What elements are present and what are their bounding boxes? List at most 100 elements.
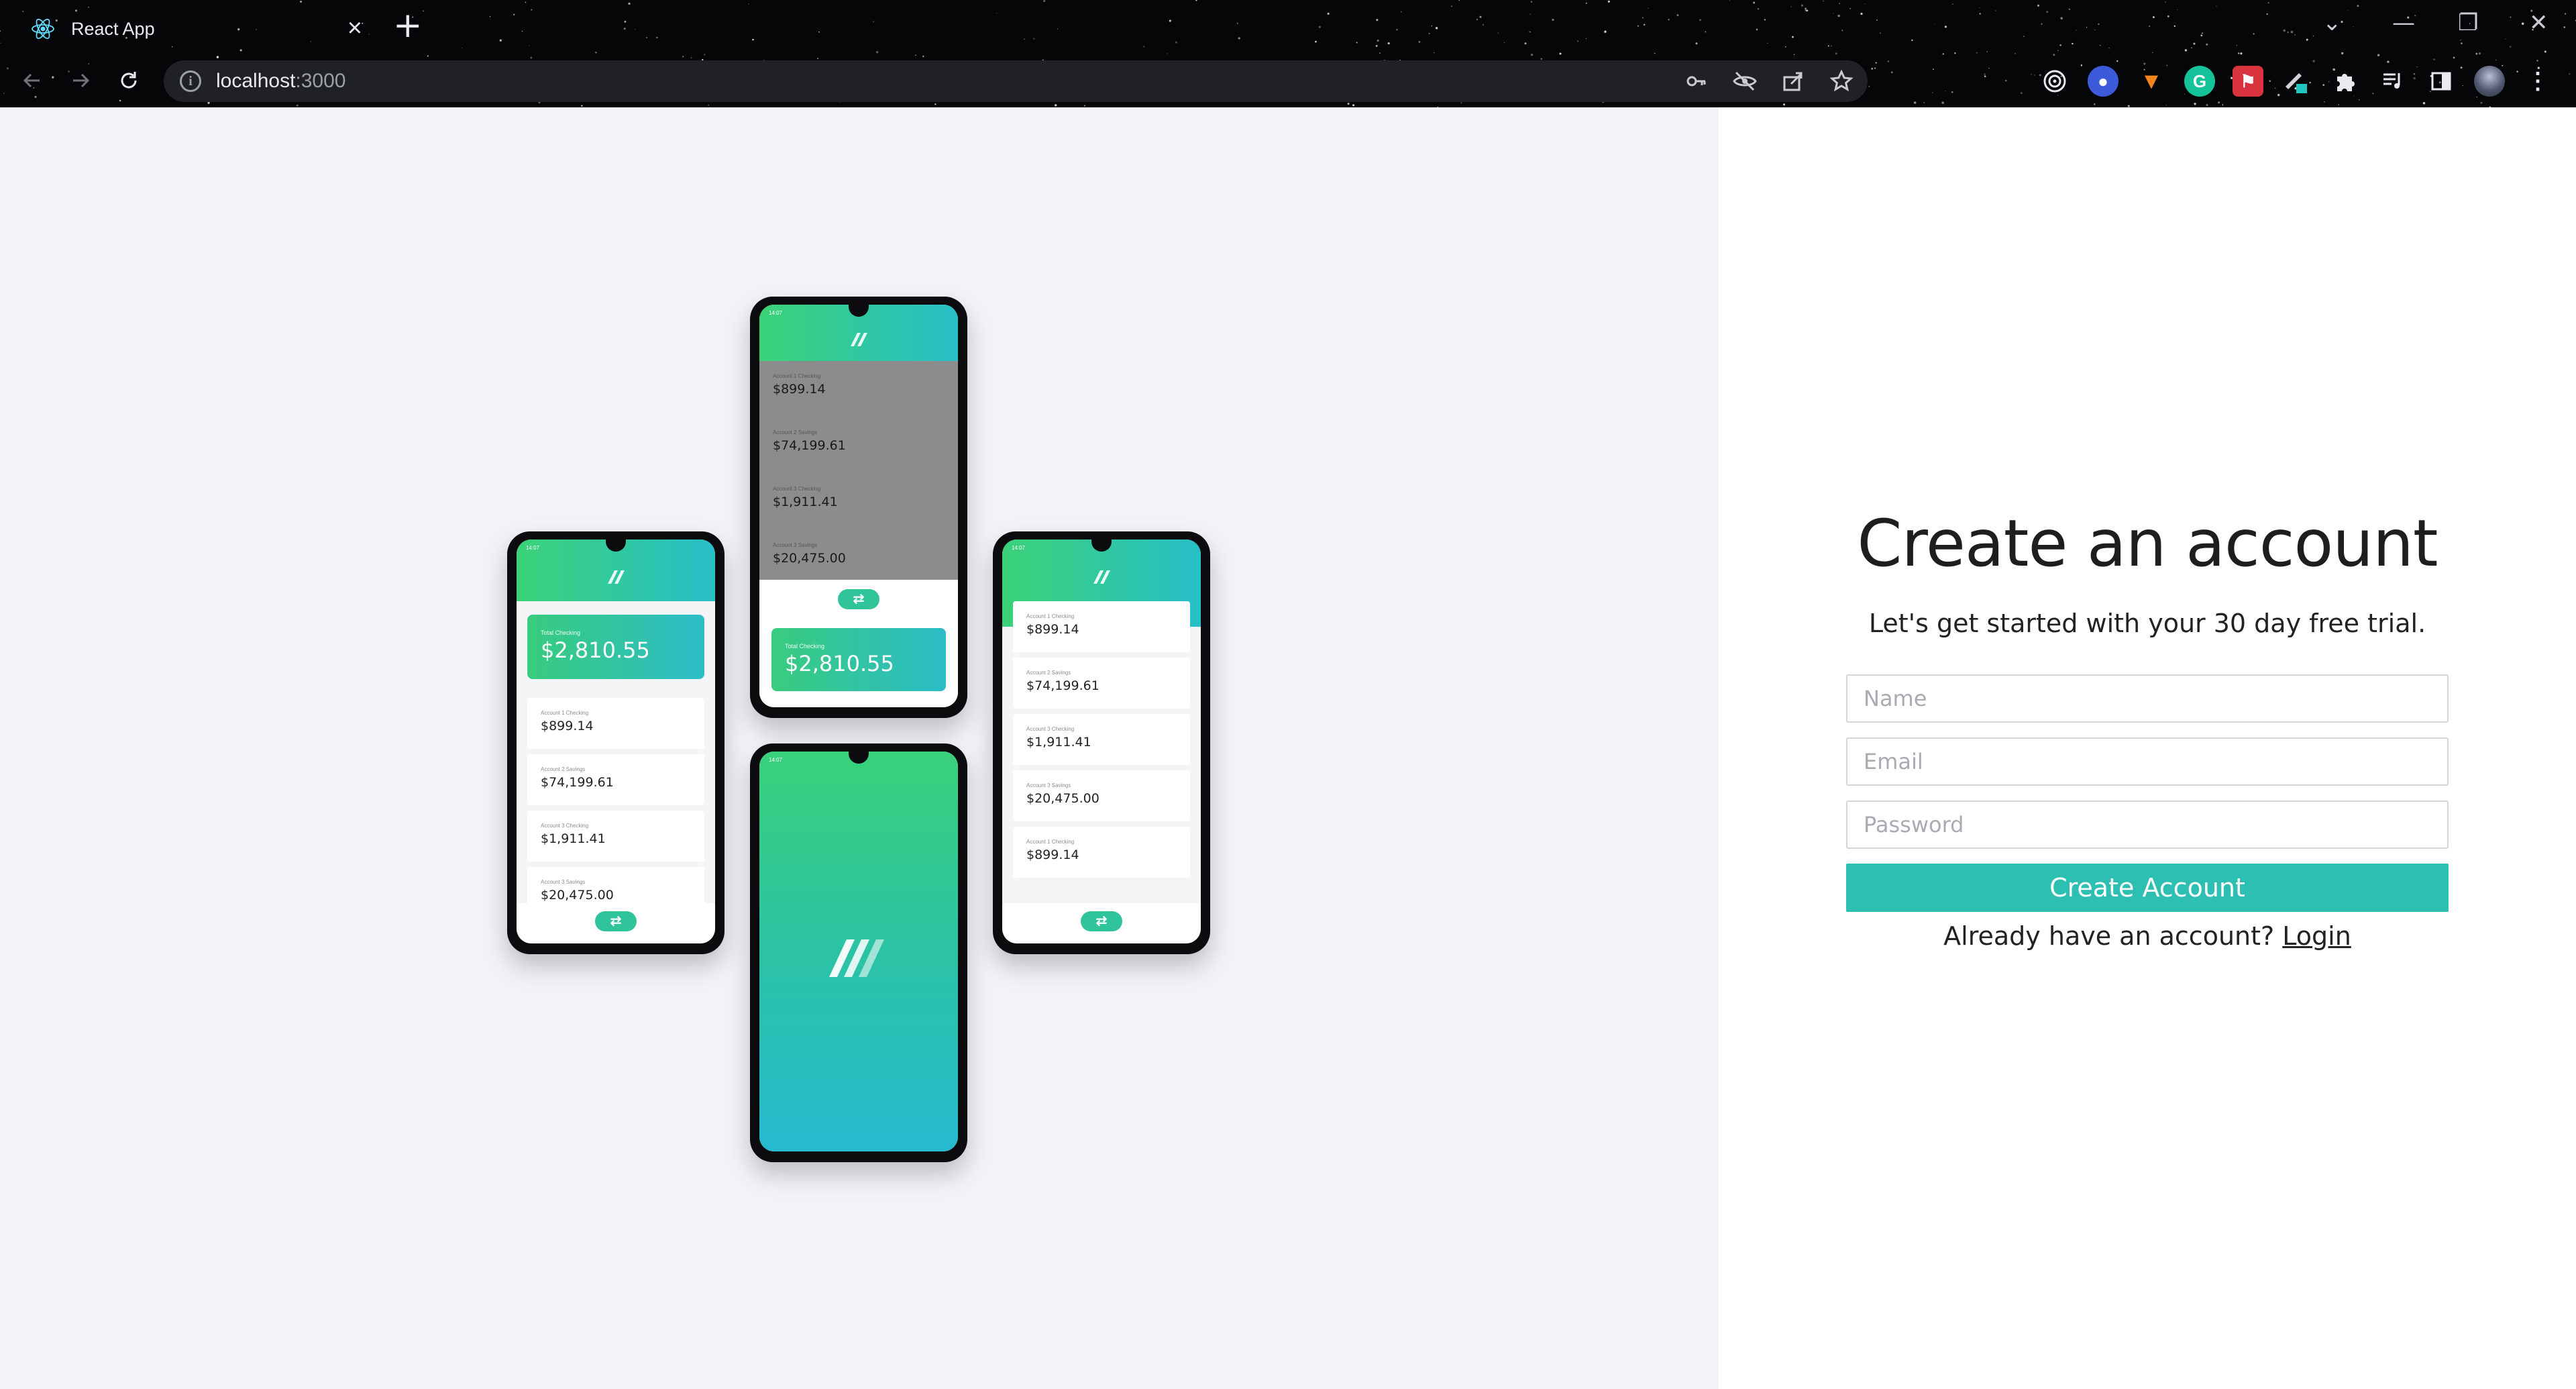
account-card: Account 3 Checking $1,911.41 — [759, 474, 958, 530]
profile-avatar[interactable] — [2474, 66, 2505, 97]
app-logo-icon — [608, 570, 625, 584]
tab-title: React App — [71, 18, 155, 39]
create-account-button[interactable]: Create Account — [1846, 864, 2449, 912]
account-amount: $20,475.00 — [1026, 791, 1099, 806]
puzzle-extensions-icon[interactable] — [2329, 66, 2360, 97]
page-subtitle: Let's get started with your 30 day free … — [1868, 609, 2426, 638]
account-card: Account 3 Checking $1,911.41 — [527, 811, 704, 862]
total-label: Total Checking — [785, 643, 825, 650]
address-bar[interactable]: i localhost:3000 — [164, 60, 1868, 102]
site-info-icon[interactable]: i — [180, 70, 201, 92]
address-bar-actions — [1681, 60, 1857, 102]
email-field[interactable] — [1846, 737, 2449, 786]
account-label: Account 3 Savings — [1026, 782, 1071, 788]
star — [2237, 52, 2240, 54]
star — [1954, 52, 1956, 54]
star — [2341, 52, 2344, 55]
star — [2478, 52, 2481, 55]
account-amount: $20,475.00 — [541, 888, 614, 903]
phone-mockup-left: 14:07 Total Checking $2,810.55 Account 1… — [507, 531, 724, 954]
reload-icon[interactable] — [110, 62, 148, 99]
back-icon[interactable] — [13, 62, 51, 99]
signup-form: Create an account Let's get started with… — [1846, 507, 2449, 951]
account-card: Account 1 Checking $899.14 — [1013, 827, 1190, 878]
pen-extension-icon[interactable] — [2281, 66, 2312, 97]
account-label: Account 1 Checking — [773, 373, 821, 379]
phone-mockup-top: 14:07 Account 1 Checking $899.14 Account… — [750, 297, 967, 718]
transfer-button-icon: ⇄ — [838, 589, 879, 609]
account-amount: $20,475.00 — [773, 551, 846, 566]
name-field[interactable] — [1846, 674, 2449, 723]
account-card: Account 2 Savings $74,199.61 — [759, 417, 958, 474]
total-amount: $2,810.55 — [541, 637, 650, 663]
account-label: Account 3 Savings — [773, 542, 818, 548]
phone-screen: 14:07 Account 1 Checking $899.14 Account… — [1002, 539, 1201, 943]
share-icon[interactable] — [1778, 66, 1809, 97]
tab-search-icon[interactable]: ⌄ — [2322, 9, 2342, 36]
menu-more-icon[interactable]: ⋮ — [2522, 66, 2553, 97]
app-logo-icon — [829, 939, 884, 977]
login-prompt-line: Already have an account? Login — [1846, 921, 2449, 951]
account-label: Account 2 Savings — [1026, 670, 1071, 676]
account-label: Account 1 Checking — [1026, 613, 1075, 619]
page-title: Create an account — [1857, 506, 2438, 581]
browser-toolbar: i localhost:3000 ● ▼ G ⚑ ⋮ — [0, 55, 2576, 107]
url-host: localhost — [216, 70, 296, 92]
account-label: Account 3 Checking — [773, 486, 821, 492]
star — [1835, 52, 1837, 55]
media-control-icon[interactable] — [2377, 66, 2408, 97]
account-amount: $74,199.61 — [541, 775, 614, 790]
phone-mockup-splash: 14:07 — [750, 743, 967, 1162]
account-card: Account 1 Checking $899.14 — [1013, 601, 1190, 652]
transfer-button-icon: ⇄ — [595, 911, 637, 931]
illustration-panel: 14:07 Total Checking $2,810.55 Account 1… — [0, 107, 1719, 1389]
eye-off-icon[interactable] — [1729, 66, 1760, 97]
star — [1379, 52, 1381, 54]
account-card: Account 3 Checking $1,911.41 — [1013, 714, 1190, 765]
account-label: Account 1 Checking — [541, 710, 589, 716]
phone-footer: ⇄ — [517, 903, 715, 943]
forward-icon[interactable] — [62, 62, 99, 99]
key-icon[interactable] — [1681, 66, 1712, 97]
minimize-icon[interactable]: — — [2392, 9, 2415, 36]
star — [2240, 52, 2243, 55]
side-panel-icon[interactable] — [2426, 66, 2457, 97]
browser-tab[interactable]: React App × — [13, 5, 376, 52]
vpn-extension-icon[interactable]: ● — [2088, 66, 2118, 97]
phone-screen: 14:07 Account 1 Checking $899.14 Account… — [759, 305, 958, 707]
restore-icon[interactable]: ❐ — [2458, 9, 2478, 36]
login-link[interactable]: Login — [2282, 921, 2351, 951]
signup-panel: Create an account Let's get started with… — [1719, 107, 2576, 1389]
account-amount: $1,911.41 — [1026, 735, 1091, 750]
phone-screen: 14:07 Total Checking $2,810.55 Account 1… — [517, 539, 715, 943]
account-card: Account 3 Savings $20,475.00 — [1013, 770, 1190, 821]
login-prompt: Already have an account? — [1943, 921, 2275, 951]
account-card: Account 2 Savings $74,199.61 — [1013, 658, 1190, 709]
url-port: :3000 — [295, 70, 346, 92]
phone-mockup-right: 14:07 Account 1 Checking $899.14 Account… — [993, 531, 1210, 954]
target-extension-icon[interactable] — [2039, 66, 2070, 97]
close-tab-icon[interactable]: × — [347, 15, 362, 42]
new-tab-icon[interactable]: + — [393, 8, 423, 43]
account-card: Account 3 Savings $20,475.00 — [759, 530, 958, 580]
account-label: Account 3 Checking — [541, 823, 589, 829]
account-amount: $899.14 — [1026, 622, 1079, 637]
grammarly-icon[interactable]: G — [2184, 66, 2215, 97]
bookmark-star-icon[interactable] — [1826, 66, 1857, 97]
transfer-button-icon: ⇄ — [1081, 911, 1122, 931]
account-amount: $1,911.41 — [541, 831, 606, 846]
app-logo-icon — [1093, 570, 1110, 584]
account-amount: $899.14 — [773, 382, 826, 397]
close-window-icon[interactable]: ✕ — [2529, 9, 2548, 36]
password-field[interactable] — [1846, 801, 2449, 849]
metamask-fox-icon[interactable]: ▼ — [2136, 66, 2167, 97]
star — [1654, 52, 1656, 54]
status-bar: 14:07 — [1012, 545, 1026, 551]
account-amount: $1,911.41 — [773, 495, 838, 509]
account-label: Account 2 Savings — [773, 429, 818, 435]
total-label: Total Checking — [541, 629, 581, 636]
tab-strip: React App × + ⌄ — ❐ ✕ — [0, 0, 2576, 52]
red-extension-icon[interactable]: ⚑ — [2233, 66, 2263, 97]
account-label: Account 2 Savings — [541, 766, 586, 772]
account-label: Account 3 Savings — [541, 879, 586, 885]
